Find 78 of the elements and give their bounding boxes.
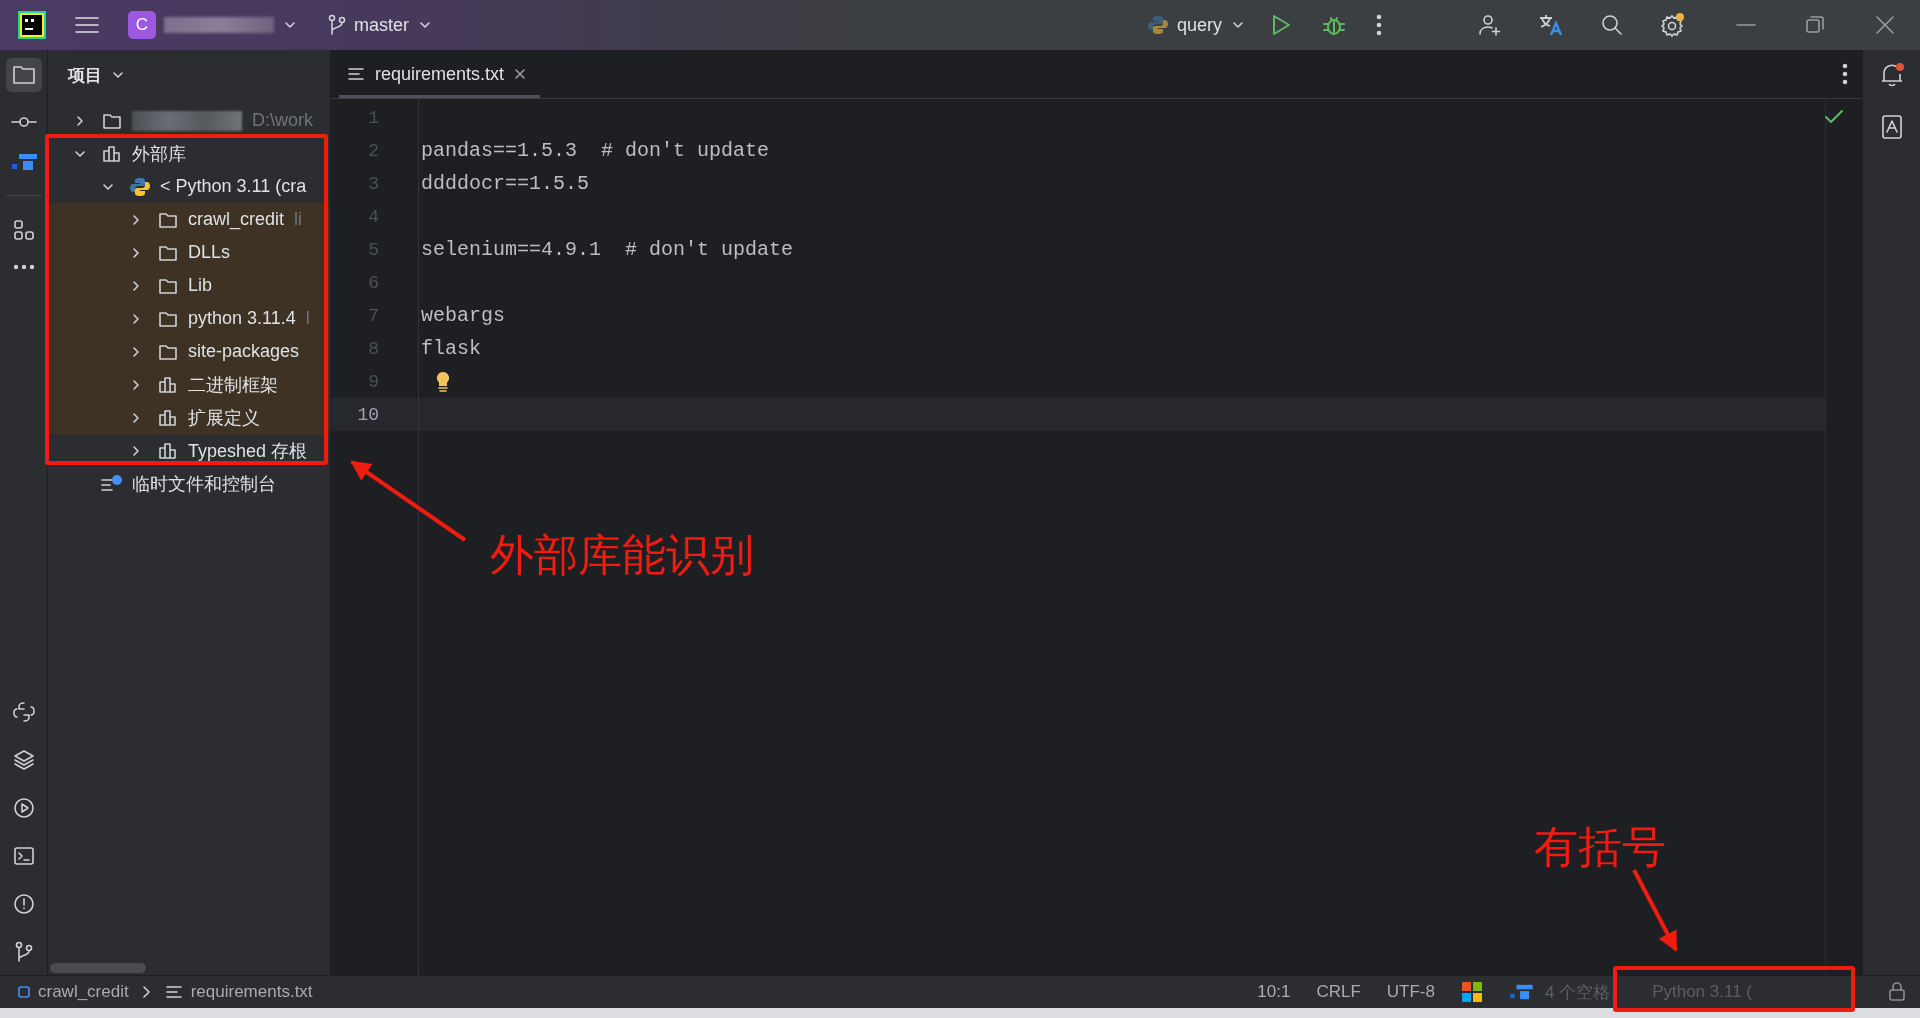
search-icon xyxy=(1600,13,1624,37)
minimize-icon xyxy=(1736,23,1756,27)
python-icon xyxy=(129,175,151,198)
plugin-icon[interactable] xyxy=(10,152,37,172)
text-file-icon xyxy=(164,984,183,1000)
python-icon xyxy=(1146,14,1169,36)
folder-icon xyxy=(158,210,178,229)
panel-title[interactable]: 项目 xyxy=(68,63,126,87)
tree-item[interactable]: site-packages xyxy=(48,335,330,368)
project-selector[interactable]: C xyxy=(122,7,304,43)
commit-icon xyxy=(10,115,37,129)
services-icon xyxy=(12,797,35,819)
close-icon xyxy=(514,68,527,80)
tree-item[interactable]: Lib xyxy=(48,269,330,302)
tree-item[interactable]: crawl_credit li xyxy=(48,203,330,236)
more-vertical-icon xyxy=(1842,63,1848,85)
code-line: pandas==1.5.3 # don't update xyxy=(421,139,770,162)
editor-tab[interactable]: requirements.txt xyxy=(339,50,541,98)
close-icon xyxy=(1874,14,1896,36)
tree-item[interactable]: DLLs xyxy=(48,236,330,269)
code-line: flask xyxy=(421,337,481,360)
library-icon xyxy=(158,375,178,394)
run-config-selector[interactable]: query xyxy=(1140,10,1252,40)
branch-selector[interactable]: master xyxy=(322,10,439,40)
folder-icon xyxy=(158,243,178,262)
library-icon xyxy=(102,144,122,163)
breadcrumb[interactable]: requirements.txt xyxy=(164,982,313,1002)
folder-icon xyxy=(158,276,178,295)
assistant-icon xyxy=(1880,114,1903,140)
app-logo[interactable] xyxy=(18,11,46,39)
status-item[interactable]: UTF-8 xyxy=(1386,982,1435,1002)
folder-icon xyxy=(102,111,122,130)
code-line: ddddocr==1.5.5 xyxy=(421,172,590,195)
folder-icon xyxy=(11,64,36,86)
folder-icon xyxy=(158,342,178,361)
problems-icon xyxy=(12,893,35,915)
annotation-text: 有括号 xyxy=(1534,821,1666,873)
scrollbar-thumb[interactable] xyxy=(50,963,146,973)
line-number: 10 xyxy=(356,404,379,425)
settings-icon[interactable] xyxy=(1660,12,1686,38)
tree-item[interactable]: < Python 3.11 (cra xyxy=(48,170,330,203)
library-icon xyxy=(158,408,178,427)
text-file-icon xyxy=(347,66,365,82)
tree-item[interactable]: 二进制框架 xyxy=(48,368,330,401)
terminal-icon xyxy=(12,845,35,867)
code-line: selenium==4.9.1 # don't update xyxy=(421,238,794,261)
windows-icon xyxy=(1460,981,1483,1003)
structure-icon xyxy=(12,219,35,241)
breadcrumb[interactable]: crawl_credit xyxy=(18,982,129,1002)
module-icon xyxy=(18,986,30,998)
menu-icon xyxy=(74,14,100,36)
library-icon xyxy=(158,441,178,460)
scratch-icon xyxy=(100,473,124,494)
git-icon xyxy=(13,941,34,963)
layers-icon xyxy=(12,749,35,771)
branch-icon xyxy=(328,14,346,36)
plugin-icon[interactable] xyxy=(1508,983,1533,1001)
translate-icon[interactable] xyxy=(1538,13,1564,37)
annotation-text: 外部库能识别 xyxy=(490,529,754,581)
check-icon xyxy=(1824,109,1844,125)
tree-item[interactable]: 外部库 xyxy=(48,137,330,170)
tree-item[interactable]: python 3.11.4 l xyxy=(48,302,330,335)
tree-item[interactable]: 扩展定义 xyxy=(48,401,330,434)
chevron-icon xyxy=(140,985,153,999)
status-item[interactable]: CRLF xyxy=(1316,982,1361,1002)
tree-item[interactable]: 临时文件和控制台 xyxy=(48,467,330,500)
run-icon xyxy=(1270,13,1292,37)
more-vertical-icon xyxy=(1376,14,1382,36)
restore-icon xyxy=(1804,14,1826,36)
python-console-icon xyxy=(12,701,35,723)
status-item[interactable]: 10:1 xyxy=(1257,982,1291,1002)
folder-icon xyxy=(158,309,178,328)
more-icon xyxy=(12,264,35,270)
code-line: webargs xyxy=(421,304,505,327)
tree-item[interactable]: Typeshed 存根 xyxy=(48,434,330,467)
notifications-icon[interactable] xyxy=(1879,62,1904,88)
add-user-icon xyxy=(1478,13,1502,37)
lock-icon xyxy=(1888,982,1906,1002)
